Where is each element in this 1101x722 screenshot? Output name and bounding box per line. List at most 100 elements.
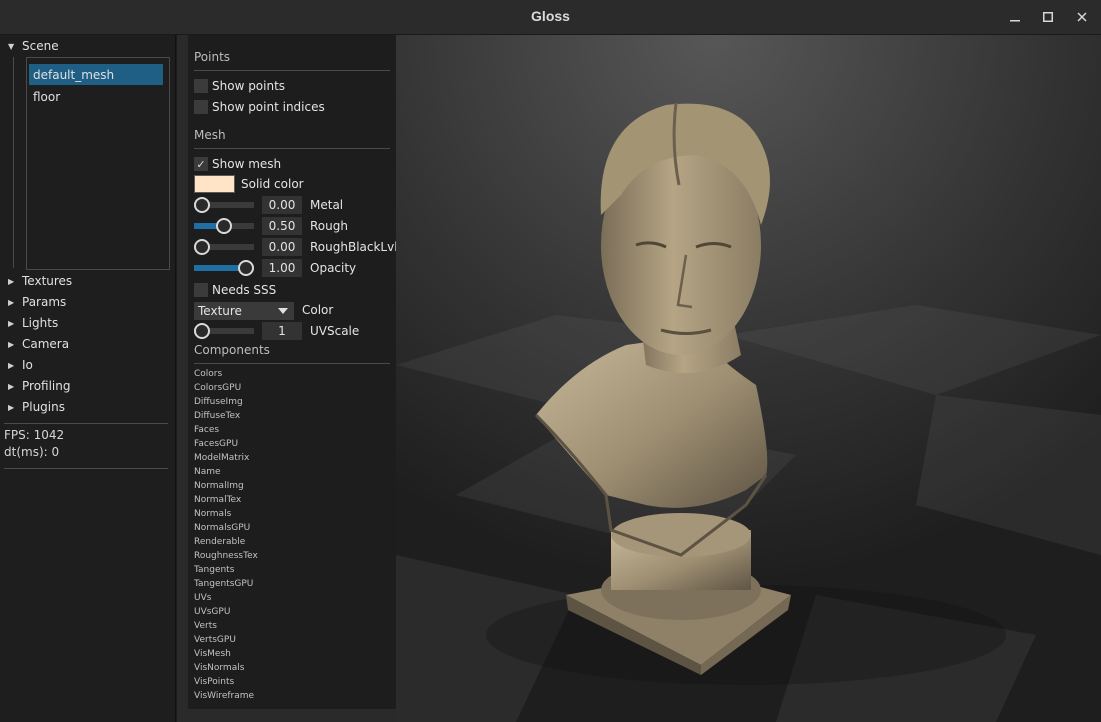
tree-plugins[interactable]: ▶ Plugins — [8, 398, 65, 416]
component-item: DiffuseTex — [194, 411, 241, 421]
collapsed-arrow-icon: ▶ — [8, 402, 15, 412]
component-item: VisPoints — [194, 677, 235, 687]
uv-scale-slider[interactable] — [194, 323, 254, 339]
opacity-slider[interactable] — [194, 260, 254, 276]
component-item: VisNormals — [194, 663, 245, 673]
rough-black-lvl-value[interactable]: 0.00 — [262, 238, 302, 256]
component-item: VisMesh — [194, 649, 231, 659]
show-point-indices-checkbox[interactable]: Show point indices — [194, 99, 325, 115]
opacity-value[interactable]: 1.00 — [262, 259, 302, 277]
collapsed-arrow-icon: ▶ — [8, 339, 15, 349]
separator — [194, 148, 390, 149]
rough-value[interactable]: 0.50 — [262, 217, 302, 235]
slider-knob[interactable] — [194, 239, 210, 255]
component-item: ModelMatrix — [194, 453, 250, 463]
tree-textures[interactable]: ▶ Textures — [8, 272, 72, 290]
minimize-button[interactable] — [1004, 7, 1026, 27]
check-icon: ✓ — [194, 157, 208, 171]
uv-scale-value[interactable]: 1 — [262, 322, 302, 340]
separator — [194, 363, 390, 364]
tree-item-label: Textures — [22, 274, 73, 288]
maximize-button[interactable] — [1037, 7, 1059, 27]
slider-knob[interactable] — [194, 323, 210, 339]
checkbox-box — [194, 100, 208, 114]
dt-readout: dt(ms): 0 — [4, 445, 60, 459]
color-mode-label: Color — [302, 303, 334, 317]
tree-item-label: Lights — [22, 316, 59, 330]
scene-item-floor[interactable]: floor — [29, 86, 163, 107]
slider-knob[interactable] — [238, 260, 254, 276]
collapsed-arrow-icon: ▶ — [8, 360, 15, 370]
3d-viewport[interactable] — [396, 35, 1101, 722]
component-item: FacesGPU — [194, 439, 239, 449]
tree-lights[interactable]: ▶ Lights — [8, 314, 58, 332]
collapsed-arrow-icon: ▶ — [8, 297, 15, 307]
panel-footer — [188, 709, 396, 722]
collapsed-arrow-icon: ▶ — [8, 318, 15, 328]
scene-list[interactable]: default_mesh floor — [26, 57, 170, 270]
metal-slider[interactable] — [194, 197, 254, 213]
tree-item-label: Params — [22, 295, 67, 309]
tree-camera[interactable]: ▶ Camera — [8, 335, 69, 353]
tree-scene[interactable]: ▼ Scene — [8, 37, 59, 55]
component-item: VertsGPU — [194, 635, 236, 645]
checkbox-label: Show points — [212, 79, 286, 93]
solid-color-label: Solid color — [241, 177, 304, 191]
rendered-scene — [396, 35, 1101, 722]
rough-label: Rough — [310, 219, 348, 233]
scene-item-label: floor — [33, 89, 61, 104]
solid-color-swatch[interactable] — [194, 175, 235, 193]
collapsed-arrow-icon: ▶ — [8, 381, 15, 391]
tree-io[interactable]: ▶ Io — [8, 356, 33, 374]
slider-knob[interactable] — [216, 218, 232, 234]
opacity-label: Opacity — [310, 261, 357, 275]
tree-item-label: Plugins — [22, 400, 65, 414]
panel-gap — [177, 35, 188, 722]
slider-knob[interactable] — [194, 197, 210, 213]
tree-profiling[interactable]: ▶ Profiling — [8, 377, 71, 395]
component-item: Normals — [194, 509, 232, 519]
title-bar: Gloss — [0, 0, 1101, 35]
color-mode-dropdown[interactable]: Texture — [194, 302, 294, 320]
scene-item-default-mesh[interactable]: default_mesh — [29, 64, 163, 85]
expanded-arrow-icon: ▼ — [8, 41, 15, 51]
tree-scene-label: Scene — [22, 39, 59, 53]
rough-black-lvl-slider[interactable] — [194, 239, 254, 255]
checkbox-box — [194, 79, 208, 93]
component-item: DiffuseImg — [194, 397, 243, 407]
show-points-checkbox[interactable]: Show points — [194, 78, 285, 94]
component-item: NormalTex — [194, 495, 242, 505]
component-item: ColorsGPU — [194, 383, 242, 393]
metal-label: Metal — [310, 198, 344, 212]
dropdown-arrow-icon — [278, 308, 288, 314]
component-item: Verts — [194, 621, 217, 631]
component-item: TangentsGPU — [194, 579, 254, 589]
checkbox-label: Show mesh — [212, 157, 282, 171]
scene-item-label: default_mesh — [33, 67, 115, 82]
scene-panel: ▼ Scene default_mesh floor ▶ Textures ▶ … — [0, 35, 176, 722]
components-header: Components — [194, 343, 270, 357]
checkbox-label: Needs SSS — [212, 283, 277, 297]
component-item: UVs — [194, 593, 212, 603]
tree-item-label: Camera — [22, 337, 70, 351]
component-item: Tangents — [194, 565, 235, 575]
rough-black-lvl-label: RoughBlackLvl — [310, 240, 398, 254]
component-item: Colors — [194, 369, 223, 379]
mesh-header: Mesh — [194, 128, 226, 142]
tree-item-label: Profiling — [22, 379, 71, 393]
component-item: Name — [194, 467, 221, 477]
dropdown-value: Texture — [198, 304, 242, 318]
separator — [4, 468, 168, 469]
tree-params[interactable]: ▶ Params — [8, 293, 66, 311]
needs-sss-checkbox[interactable]: Needs SSS — [194, 282, 276, 298]
component-item: UVsGPU — [194, 607, 231, 617]
separator — [194, 70, 390, 71]
close-button[interactable] — [1071, 7, 1093, 27]
fps-readout: FPS: 1042 — [4, 428, 65, 442]
minimize-icon — [1010, 20, 1020, 22]
show-mesh-checkbox[interactable]: ✓ Show mesh — [194, 156, 281, 172]
metal-value[interactable]: 0.00 — [262, 196, 302, 214]
rough-slider[interactable] — [194, 218, 254, 234]
component-item: NormalImg — [194, 481, 244, 491]
checkbox-label: Show point indices — [212, 100, 325, 114]
